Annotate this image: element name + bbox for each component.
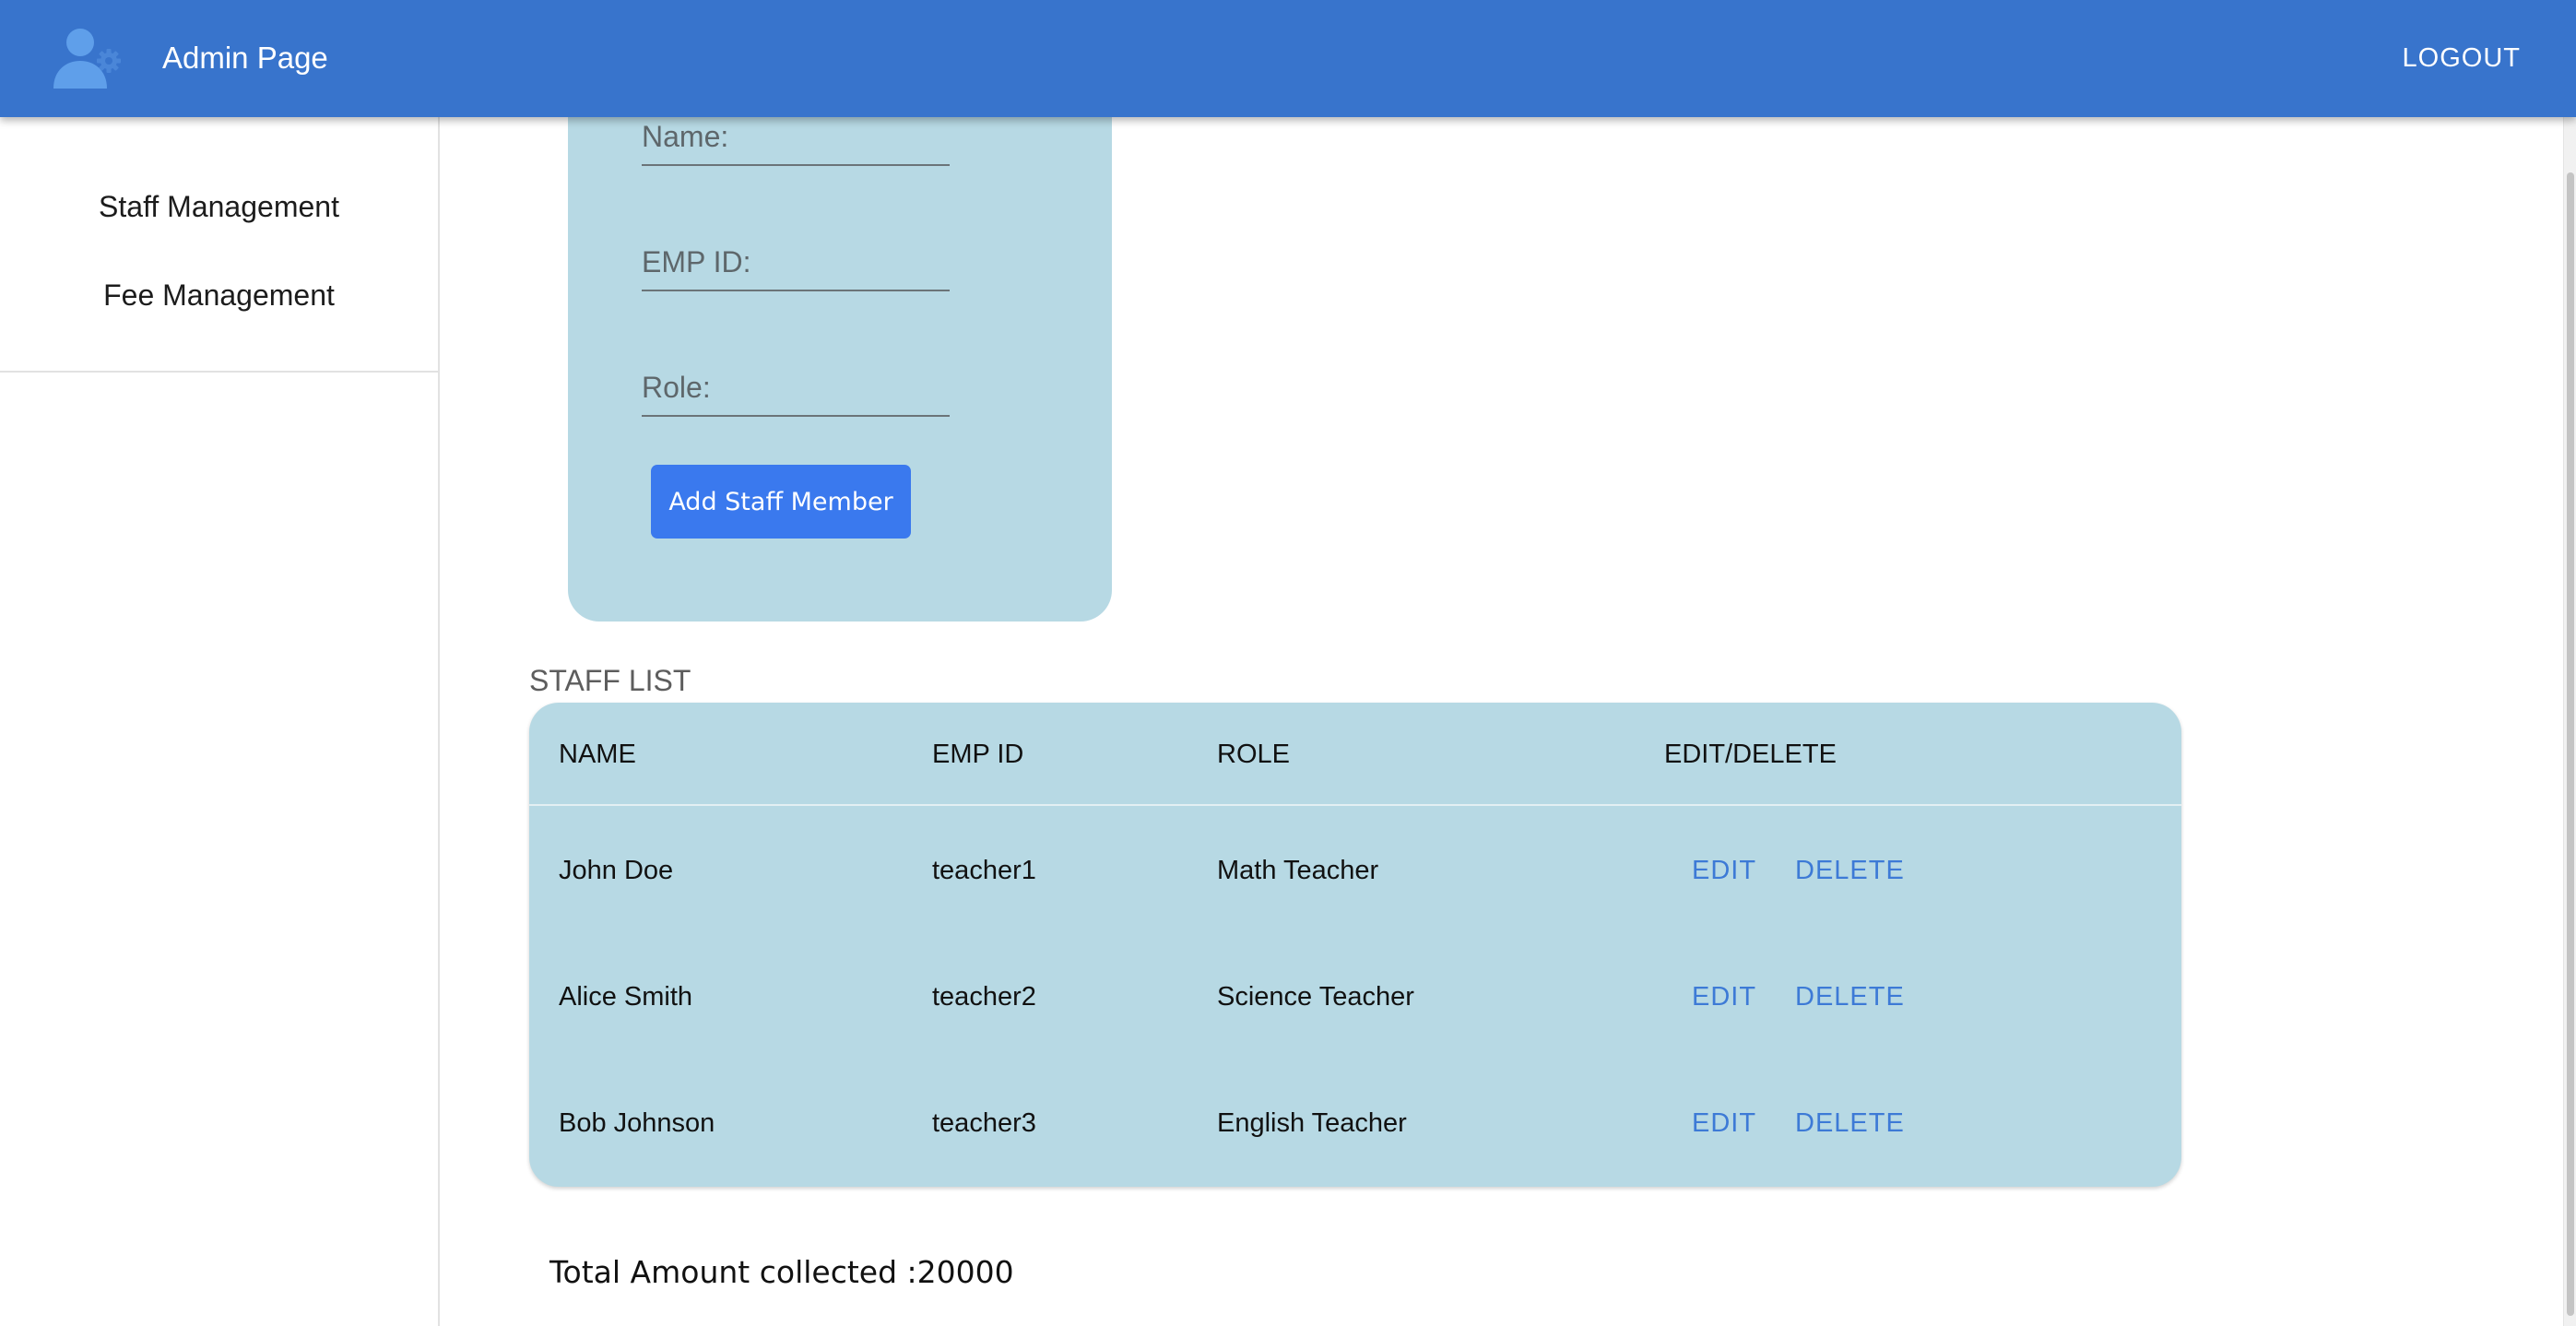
sidebar-item-staff-management[interactable]: Staff Management [0, 174, 438, 239]
edit-button[interactable]: EDIT [1692, 845, 1756, 896]
staff-list-title: STAFF LIST [529, 664, 691, 697]
staff-table: NAME EMP ID ROLE EDIT/DELETE John Doe te… [529, 703, 2181, 1187]
name-input[interactable] [642, 109, 950, 164]
edit-button[interactable]: EDIT [1692, 1097, 1756, 1149]
role-input[interactable] [642, 360, 950, 415]
emp-id-input[interactable] [642, 234, 950, 290]
app-bar: Admin Page LOGOUT [0, 0, 2576, 117]
total-amount-collected: Total Amount collected :20000 [549, 1254, 1014, 1290]
staff-role: Science Teacher [1217, 982, 1414, 1012]
column-header-role: ROLE [1217, 740, 1290, 769]
table-row: John Doe teacher1 Math Teacher EDIT DELE… [529, 808, 2181, 934]
staff-name: Alice Smith [559, 982, 693, 1012]
add-staff-form: Add Staff Member [568, 55, 1112, 622]
edit-button[interactable]: EDIT [1692, 971, 1756, 1023]
delete-button[interactable]: DELETE [1795, 1097, 1905, 1149]
emp-id-field [642, 234, 950, 291]
delete-button[interactable]: DELETE [1795, 971, 1905, 1023]
sidebar: Staff Management Fee Management [0, 117, 440, 1326]
role-field [642, 360, 950, 417]
column-header-emp-id: EMP ID [932, 740, 1024, 769]
logout-button[interactable]: LOGOUT [2392, 33, 2532, 83]
app-title: Admin Page [162, 41, 328, 75]
scrollbar-thumb[interactable] [2567, 172, 2574, 1316]
sidebar-nav: Staff Management Fee Management [0, 117, 438, 373]
column-header-edit-delete: EDIT/DELETE [1664, 740, 1837, 769]
table-row: Alice Smith teacher2 Science Teacher EDI… [529, 934, 2181, 1060]
staff-name: Bob Johnson [559, 1108, 715, 1138]
staff-name: John Doe [559, 856, 674, 885]
table-row: Bob Johnson teacher3 English Teacher EDI… [529, 1060, 2181, 1187]
user-gear-icon [53, 29, 121, 89]
staff-emp-id: teacher3 [932, 1108, 1036, 1138]
staff-role: Math Teacher [1217, 856, 1379, 885]
column-header-name: NAME [559, 740, 636, 769]
name-field [642, 109, 950, 166]
table-header-row: NAME EMP ID ROLE EDIT/DELETE [529, 703, 2181, 806]
staff-emp-id: teacher1 [932, 856, 1036, 885]
staff-role: English Teacher [1217, 1108, 1407, 1138]
staff-emp-id: teacher2 [932, 982, 1036, 1012]
delete-button[interactable]: DELETE [1795, 845, 1905, 896]
sidebar-item-fee-management[interactable]: Fee Management [0, 263, 438, 327]
add-staff-member-button[interactable]: Add Staff Member [651, 465, 911, 539]
page-scrollbar[interactable] [2563, 117, 2576, 1326]
